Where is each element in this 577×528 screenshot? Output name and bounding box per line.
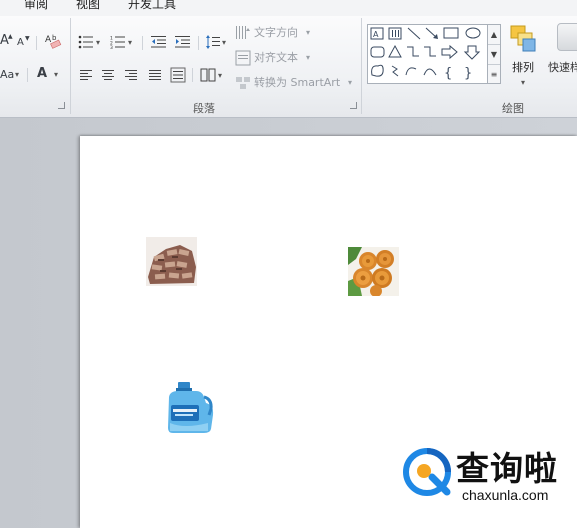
mooncakes-image[interactable] (348, 247, 399, 296)
text-direction-icon[interactable] (235, 25, 251, 41)
clear-formatting-icon[interactable]: A b (44, 32, 62, 50)
svg-text:A: A (373, 30, 379, 39)
group-separator (361, 18, 362, 114)
cloud-shape-icon[interactable] (371, 64, 384, 77)
divider (192, 68, 193, 82)
oval-shape-icon[interactable] (465, 27, 481, 39)
arrow-shape-icon[interactable] (425, 27, 438, 39)
decrease-indent-icon[interactable] (151, 35, 167, 49)
convert-smartart-label[interactable]: 转换为 SmartArt (254, 76, 340, 90)
text-box-icon[interactable]: A (370, 27, 384, 40)
shrink-font-arrow-icon: ▼ (25, 35, 30, 42)
numbering-icon[interactable]: 1 2 3 (110, 35, 126, 49)
rounded-rectangle-icon[interactable] (370, 46, 385, 58)
shapes-gallery-icons: A { } (370, 27, 481, 81)
divider (142, 36, 143, 50)
rectangle-shape-icon[interactable] (443, 27, 459, 39)
align-text-icon[interactable] (235, 50, 251, 66)
align-text-label[interactable]: 对齐文本 (254, 51, 298, 65)
curve-shape-icon[interactable] (423, 68, 437, 76)
arrange-icon[interactable] (509, 24, 539, 56)
chevron-down-icon: ▾ (222, 38, 227, 47)
chevron-down-icon: ▾ (128, 38, 133, 47)
tab-review[interactable]: 审阅 (24, 0, 48, 12)
text-direction-label[interactable]: 文字方向 (254, 26, 298, 40)
tab-view[interactable]: 视图 (76, 0, 100, 12)
group-separator (70, 18, 71, 114)
line-spacing-icon[interactable] (205, 34, 221, 50)
chevron-down-icon: ▾ (348, 78, 353, 87)
right-brace-icon[interactable]: } (464, 66, 472, 81)
ribbon-tab-bar: 审阅 视图 开发工具 (0, 0, 577, 16)
scroll-down-icon[interactable]: ▼ (488, 45, 500, 65)
chevron-down-icon: ▾ (96, 38, 101, 47)
lightning-shape-icon[interactable] (391, 65, 399, 77)
grow-font-arrow-icon: ▲ (8, 33, 13, 40)
right-arrow-shape-icon[interactable] (441, 44, 458, 60)
chevron-down-icon: ▾ (54, 70, 59, 79)
chevron-down-icon: ▾ (15, 70, 20, 79)
distributed-align-icon[interactable] (170, 67, 186, 83)
shapes-gallery-scroller[interactable]: ▲ ▼ ≡ (488, 24, 501, 84)
bullets-icon[interactable] (78, 35, 94, 49)
align-right-button[interactable] (123, 68, 139, 82)
elbow-connector-icon[interactable] (407, 46, 419, 57)
vertical-text-box-icon[interactable] (388, 27, 402, 40)
watermark-title: 查询啦 (456, 449, 558, 488)
change-case-button[interactable]: Aa (0, 68, 14, 82)
chevron-down-icon: ▾ (306, 28, 311, 37)
paragraph-dialog-launcher-icon[interactable] (350, 102, 357, 109)
columns-icon[interactable] (200, 68, 216, 82)
quick-styles-icon[interactable] (557, 23, 577, 51)
tab-developer[interactable]: 开发工具 (128, 0, 176, 12)
chevron-down-icon: ▾ (521, 78, 526, 87)
smartart-icon[interactable] (235, 75, 251, 91)
svg-text:3: 3 (110, 45, 113, 49)
shapes-gallery[interactable]: A { } (367, 24, 488, 84)
increase-indent-icon[interactable] (175, 35, 191, 49)
watermark-url: chaxunla.com (462, 487, 549, 503)
drawing-group-label: 绘图 (502, 102, 524, 115)
shrink-font-button[interactable]: A (17, 36, 24, 50)
down-arrow-shape-icon[interactable] (463, 45, 481, 60)
justify-button[interactable] (147, 68, 163, 82)
chevron-down-icon: ▾ (218, 71, 223, 80)
detergent-bottle-image[interactable] (164, 381, 215, 434)
font-color-button[interactable]: A (37, 67, 47, 81)
divider (27, 68, 28, 82)
chevron-down-icon: ▾ (306, 53, 311, 62)
arc-shape-icon[interactable] (405, 67, 417, 76)
quick-styles-button[interactable]: 快速样 (548, 59, 577, 75)
snack-pile-image[interactable] (146, 237, 197, 286)
left-brace-icon[interactable]: { (444, 66, 452, 81)
arrange-button[interactable]: 排列 (512, 59, 534, 75)
paragraph-group-label: 段落 (193, 102, 215, 115)
gallery-more-icon[interactable]: ≡ (488, 65, 500, 85)
align-center-button[interactable] (100, 68, 116, 82)
watermark-logo-icon (403, 448, 451, 496)
ribbon: A ▲ A ▼ A b Aa ▾ A ▾ ▾ 1 2 3 ▾ ▾ ▾ 文字方向 … (0, 16, 577, 118)
divider (36, 36, 37, 50)
font-dialog-launcher-icon[interactable] (58, 102, 65, 109)
scroll-up-icon[interactable]: ▲ (488, 25, 500, 45)
svg-text:b: b (52, 34, 57, 42)
align-left-button[interactable] (78, 68, 94, 82)
divider (198, 36, 199, 50)
triangle-shape-icon[interactable] (388, 44, 402, 58)
elbow-arrow-icon[interactable] (424, 46, 436, 57)
line-shape-icon[interactable] (407, 27, 421, 40)
